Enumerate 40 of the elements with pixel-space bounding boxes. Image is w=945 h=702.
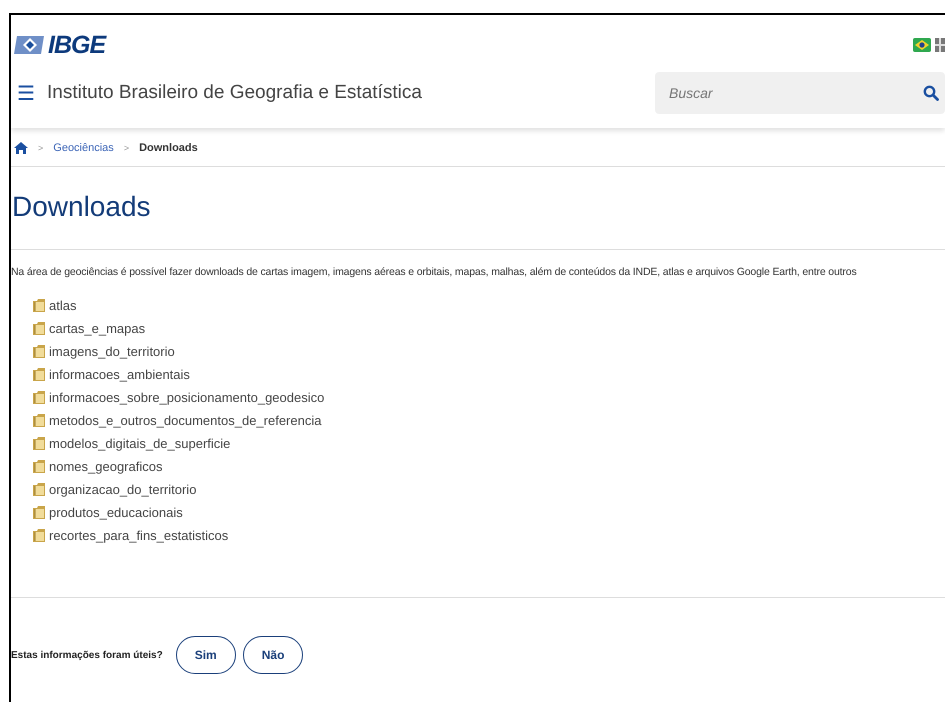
- folder-link[interactable]: cartas_e_mapas: [49, 321, 146, 336]
- folder-icon: [33, 460, 45, 473]
- search-field[interactable]: Buscar: [655, 72, 945, 114]
- search-icon[interactable]: [923, 85, 939, 101]
- folder-icon: [33, 368, 45, 381]
- flag-icon[interactable]: [935, 38, 945, 52]
- feedback-button[interactable]: Não: [242, 636, 304, 674]
- folder-icon: [33, 483, 45, 496]
- folder-icon: [33, 322, 45, 335]
- folder-icon: [33, 529, 45, 542]
- folder-link[interactable]: recortes_para_fins_estatisticos: [49, 528, 228, 543]
- folder-icon: [33, 437, 45, 450]
- folder-link[interactable]: produtos_educacionais: [49, 505, 183, 520]
- folder-icon: [33, 391, 45, 404]
- feedback-question: Estas informações foram úteis?: [11, 650, 163, 660]
- feedback-button[interactable]: Sim: [176, 636, 236, 674]
- folder-icon: [33, 345, 45, 358]
- breadcrumb-separator: >: [124, 143, 130, 153]
- home-icon[interactable]: [14, 142, 28, 154]
- folder-link[interactable]: organizacao_do_territorio: [49, 482, 196, 497]
- page-heading: Downloads: [11, 167, 945, 250]
- folder-link[interactable]: nomes_geograficos: [49, 459, 162, 474]
- folder-icon: [33, 299, 45, 312]
- folder-link[interactable]: modelos_digitais_de_superficie: [49, 436, 230, 451]
- folder-link[interactable]: atlas: [49, 298, 76, 313]
- menu-icon[interactable]: ☰: [17, 80, 35, 106]
- folder-link[interactable]: informacoes_sobre_posicionamento_geodesico: [49, 390, 324, 405]
- folder-icon: [33, 506, 45, 519]
- folder-link[interactable]: imagens_do_territorio: [49, 344, 175, 359]
- breadcrumb-separator: >: [38, 143, 44, 153]
- description: Na área de geociências é possível fazer downloads de cartas imagem, imagens aéreas e orbitais, mapas, malhas, além de conteúdos da INDE, atlas e arquivos Google Earth, entre outros: [11, 266, 858, 278]
- breadcrumb-item[interactable]: Geociências: [53, 142, 114, 154]
- folder-link[interactable]: metodos_e_outros_documentos_de_referencia: [49, 413, 322, 428]
- site-title: Instituto Brasileiro de Geografia e Estatística: [47, 82, 423, 104]
- folder-icon: [33, 414, 45, 427]
- brazil-flag-icon[interactable]: [913, 38, 931, 52]
- breadcrumb-item: Downloads: [139, 142, 198, 154]
- logo-icon: [14, 36, 46, 54]
- logo-text: IBGE: [48, 30, 106, 60]
- folder-link[interactable]: informacoes_ambientais: [49, 367, 190, 382]
